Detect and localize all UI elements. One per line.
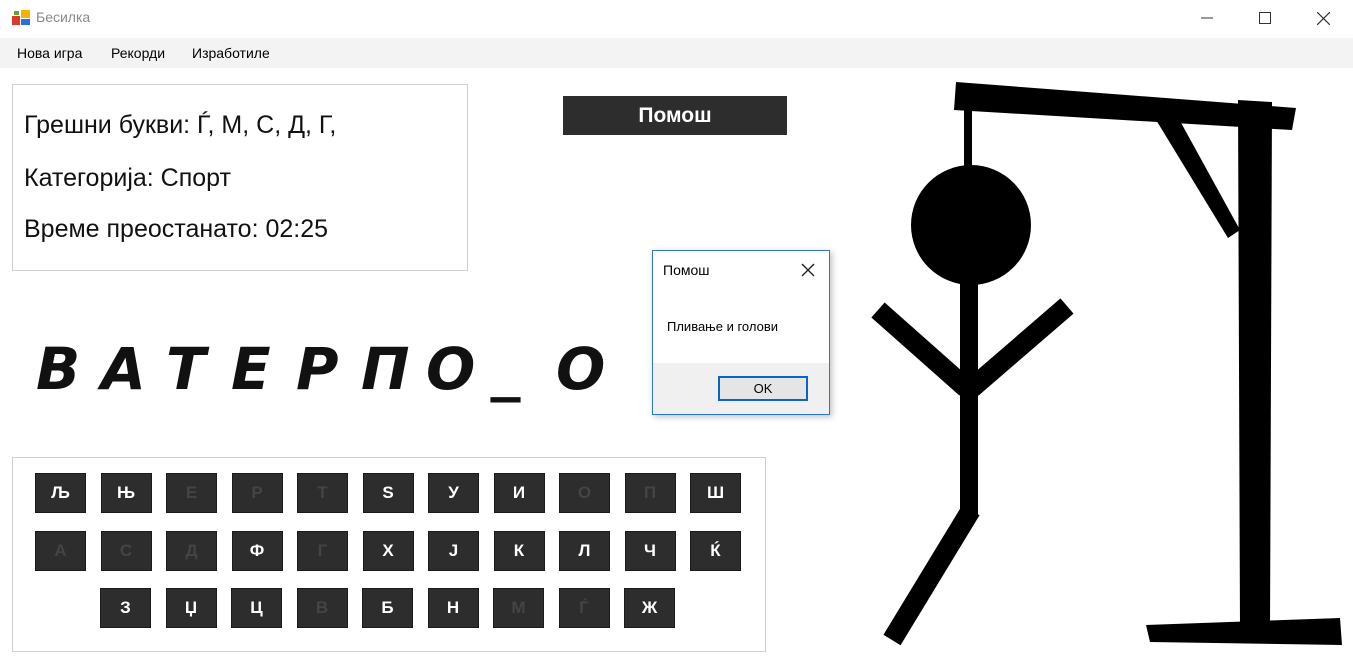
word-letter: П: [361, 335, 410, 403]
app-icon: [12, 10, 30, 25]
letter-key[interactable]: О: [559, 473, 610, 513]
word-letter: О: [556, 335, 606, 403]
letter-key[interactable]: Ф: [231, 531, 283, 571]
letter-key[interactable]: Н: [427, 588, 479, 628]
letter-key[interactable]: Њ: [100, 473, 152, 513]
letter-key[interactable]: Б: [362, 588, 413, 628]
letter-key[interactable]: Х: [362, 531, 414, 571]
minimize-button[interactable]: [1178, 0, 1236, 36]
letter-key[interactable]: Т: [297, 473, 348, 513]
letter-key[interactable]: S: [362, 473, 414, 513]
letter-key[interactable]: У: [428, 473, 479, 513]
dialog-title: Помош: [663, 262, 710, 278]
dialog-footer: OK: [653, 363, 829, 414]
letter-key[interactable]: Л: [559, 531, 610, 571]
title-bar: Бесилка: [0, 0, 1353, 36]
time-left-label: Време преостанато: 02:25: [24, 215, 329, 243]
letter-key[interactable]: Ѓ: [558, 588, 610, 628]
letter-key[interactable]: Г: [297, 531, 348, 571]
word-letter: Т: [166, 335, 206, 403]
letter-key[interactable]: Ј: [428, 531, 479, 571]
guessed-word: В А Т Е Р П О _ О: [36, 335, 621, 403]
game-info-panel: Грешни букви: Ѓ, М, С, Д, Г, Категорија:…: [12, 84, 468, 271]
help-button[interactable]: Помош: [563, 96, 787, 135]
letter-key[interactable]: Р: [231, 473, 283, 513]
word-letter: А: [101, 335, 146, 403]
dialog-ok-button[interactable]: OK: [718, 376, 808, 401]
menu-records[interactable]: Рекорди: [111, 45, 165, 61]
hangman-drawing: [871, 82, 1342, 646]
letter-key[interactable]: К: [493, 531, 545, 571]
menu-bar: Нова игра Рекорди Изработиле: [0, 38, 1353, 68]
letter-key[interactable]: Ж: [624, 588, 675, 628]
word-letter: _: [491, 335, 520, 403]
stick-figure-icon: [871, 165, 1074, 646]
dialog-message: Пливање и голови: [667, 319, 778, 334]
minimize-icon: [1201, 17, 1213, 19]
letter-key[interactable]: И: [493, 473, 545, 513]
letter-key[interactable]: П: [624, 473, 676, 513]
letter-key[interactable]: М: [493, 588, 544, 628]
letter-key[interactable]: Џ: [165, 588, 217, 628]
letter-key[interactable]: Љ: [35, 473, 86, 513]
letter-key[interactable]: Ч: [624, 531, 676, 571]
window-title: Бесилка: [36, 9, 91, 25]
letter-key[interactable]: Ц: [231, 588, 282, 628]
letter-key[interactable]: С: [100, 531, 152, 571]
word-letter: Е: [231, 335, 271, 403]
letter-key[interactable]: З: [100, 588, 151, 628]
help-dialog: Помош Пливање и голови OK: [652, 250, 830, 415]
close-icon: [1316, 11, 1330, 25]
wrong-letters-label: Грешни букви: Ѓ, М, С, Д, Г,: [24, 111, 337, 139]
letter-key[interactable]: Д: [166, 531, 217, 571]
word-letter: О: [426, 335, 476, 403]
close-button[interactable]: [1294, 0, 1352, 36]
letter-key[interactable]: Ќ: [690, 531, 741, 571]
letter-key[interactable]: Ш: [690, 473, 741, 513]
menu-new-game[interactable]: Нова игра: [17, 45, 82, 61]
letter-key[interactable]: В: [296, 588, 348, 628]
dialog-close-icon[interactable]: [799, 261, 817, 279]
letter-keyboard: ЉЊЕРТSУИОПШ АСДФГХЈКЛЧЌ ЗЏЦВБНМЃЖ: [12, 457, 766, 652]
letter-key[interactable]: Е: [166, 473, 217, 513]
maximize-icon: [1259, 12, 1271, 24]
maximize-button[interactable]: [1236, 0, 1294, 36]
category-label: Категорија: Спорт: [24, 164, 231, 192]
letter-key[interactable]: А: [35, 531, 86, 571]
word-letter: Р: [296, 335, 339, 403]
menu-authors[interactable]: Изработиле: [192, 45, 270, 61]
word-letter: В: [36, 335, 81, 403]
